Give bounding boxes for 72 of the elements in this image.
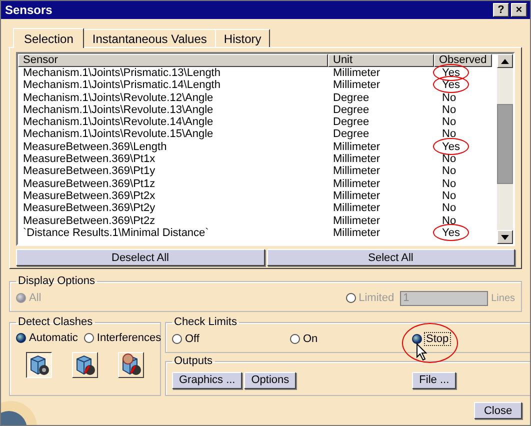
table-cell-text: Mechanism.1\Joints\Revolute.13\Angle	[22, 104, 214, 116]
table-cell-text: Degree	[332, 128, 370, 141]
table-cell-text: MeasureBetween.369\Pt1x	[22, 153, 156, 166]
group-title: Outputs	[173, 355, 214, 367]
column-header[interactable]: Unit	[328, 54, 434, 67]
table-cell-text: MeasureBetween.369\Length	[22, 140, 168, 154]
table-cell: No	[442, 165, 456, 178]
table-cell-text: Mechanism.1\Joints\Prismatic.14\Length	[22, 79, 222, 92]
scroll-up-icon[interactable]	[497, 54, 513, 68]
table-cell: Yes	[442, 140, 460, 153]
table-cell: No	[442, 116, 456, 128]
table-cell: No	[442, 214, 456, 227]
table-cell: No	[442, 202, 456, 214]
table-cell-text: Millimeter	[332, 79, 382, 92]
table-cell: No	[442, 128, 456, 140]
window-title: Sensors	[5, 3, 52, 17]
help-button[interactable]: ?	[493, 3, 509, 17]
table-cell: Yes	[442, 67, 460, 79]
table-cell: No	[442, 153, 456, 166]
mouse-pointer-icon	[416, 343, 428, 361]
table-cell-text: Millimeter	[332, 178, 382, 190]
table-cell: No	[442, 178, 456, 190]
table-cell-text: Millimeter	[332, 165, 382, 178]
radio-option[interactable]: On	[290, 333, 318, 345]
lines-label: Lines	[491, 292, 515, 304]
output-button[interactable]: Options	[244, 372, 296, 388]
table-cell-text: MeasureBetween.369\Pt2x	[22, 190, 156, 202]
close-dialog-button[interactable]: Close	[474, 402, 522, 419]
table-button[interactable]: Deselect All	[16, 249, 264, 266]
table-cell-text: MeasureBetween.369\Pt1z	[22, 178, 156, 190]
table-cell-text: Millimeter	[332, 214, 382, 227]
radio-option[interactable]: Off	[172, 333, 200, 345]
table-cell-text: Degree	[332, 104, 370, 116]
table-cell-text: Mechanism.1\Joints\Revolute.15\Angle	[22, 128, 214, 141]
table-cell-text: Mechanism.1\Joints\Prismatic.13\Length	[22, 67, 222, 80]
tab[interactable]: Selection	[13, 28, 84, 48]
radio-option[interactable]: Stop	[412, 333, 450, 345]
radio-option[interactable]: Interferences	[84, 332, 162, 344]
table-cell-text: Millimeter	[332, 202, 382, 215]
table-cell-text: MeasureBetween.369\Pt2z	[22, 214, 156, 227]
tab[interactable]: History	[214, 29, 270, 47]
table-cell-text: `Distance Results.1\Minimal Distance`	[22, 226, 210, 240]
table-cell-text: MeasureBetween.369\Pt2y	[22, 202, 156, 215]
radio-option[interactable]: Automatic	[16, 332, 78, 344]
column-header[interactable]: Sensor	[18, 54, 328, 67]
table-button[interactable]: Select All	[266, 249, 515, 266]
table-cell: No	[442, 92, 456, 104]
group-title: Check Limits	[173, 316, 238, 328]
table-cell: No	[442, 190, 456, 202]
close-button[interactable]: ×	[511, 3, 527, 17]
table-cell-text: Millimeter	[332, 226, 382, 240]
table-cell-text: Mechanism.1\Joints\Revolute.14\Angle	[22, 116, 214, 128]
table-cell-text: Millimeter	[332, 153, 382, 166]
table-cell-text: Degree	[332, 92, 370, 104]
group-title: Display Options	[17, 275, 96, 287]
output-button[interactable]: File ...	[412, 372, 456, 388]
table-cell: Yes	[442, 79, 460, 92]
table-cell: No	[442, 104, 456, 116]
group-title: Detect Clashes	[17, 316, 94, 328]
table-cell: Yes	[442, 226, 460, 239]
table-cell-text: Millimeter	[332, 67, 382, 80]
output-button[interactable]: Graphics ...	[172, 372, 242, 388]
scroll-thumb[interactable]	[497, 104, 513, 184]
table-cell-text: Millimeter	[332, 140, 382, 154]
scrollbar[interactable]	[497, 54, 513, 244]
column-header[interactable]: Observed	[434, 54, 492, 67]
table-cell-text: MeasureBetween.369\Pt1y	[22, 165, 156, 178]
table-cell-text: Degree	[332, 116, 370, 128]
clash-tool-button[interactable]	[26, 352, 52, 378]
scroll-down-icon[interactable]	[497, 230, 513, 244]
table-cell-text: Millimeter	[332, 190, 382, 202]
table-cell-text: Mechanism.1\Joints\Revolute.12\Angle	[22, 92, 214, 104]
